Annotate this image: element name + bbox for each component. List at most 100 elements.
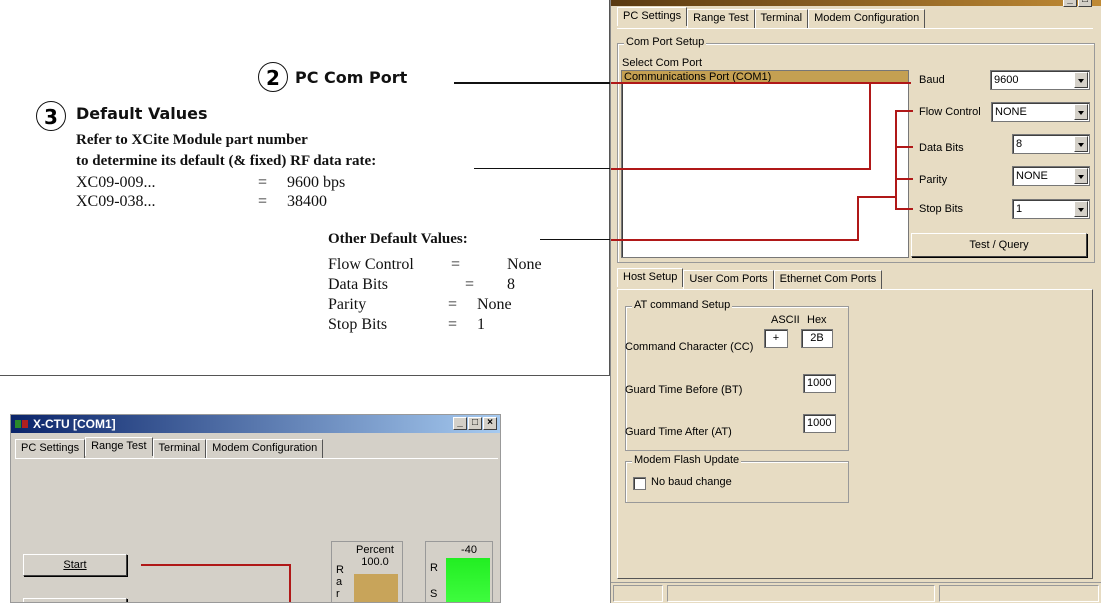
stop-bits-dropdown[interactable]: 1 [1012,199,1090,219]
main-minimize-icon[interactable]: _ [1063,0,1077,7]
tab-host-setup[interactable]: Host Setup [617,268,684,287]
parity-label: Parity [919,174,948,186]
small-tab-rule [15,458,498,459]
rate-part-1: XC09-009... [76,174,156,191]
other-name-1: Flow Control [328,256,414,273]
red-bracket-flow [895,110,913,112]
data-bits-dropdown[interactable]: 8 [1012,134,1090,154]
other-value-3: None [477,296,512,313]
chevron-down-icon[interactable] [1074,201,1088,217]
stop-bits-value: 1 [1016,203,1023,215]
no-baud-change-label: No baud change [651,476,732,488]
red-bracket-stopbits [895,208,913,210]
baud-label: Baud [919,74,945,86]
red-leader-baud [611,82,911,84]
chevron-down-icon[interactable] [1074,168,1088,184]
callout-3-number: 3 [36,101,66,131]
red-leader-start-v [289,564,291,602]
red-leader-defaults-h2 [857,196,897,198]
percent-vertical-label-r: R [336,564,344,576]
other-eq-2: = [465,276,475,293]
leader-rate [474,168,614,169]
main-titlebar-edge [611,0,1101,6]
com-port-setup-title: Com Port Setup [624,36,707,48]
parity-dropdown[interactable]: NONE [1012,166,1090,186]
rssi-vertical-label-r: R [430,562,438,574]
modem-flash-update-title: Modem Flash Update [632,454,742,466]
red-bracket-databits [895,146,913,148]
rssi-vertical-label-s: S [430,588,438,600]
rate-part-2: XC09-038... [76,193,156,210]
xctu-app-icon [15,418,29,430]
chevron-down-icon[interactable] [1074,136,1088,152]
rssi-bar [446,558,490,602]
ascii-label: ASCII [771,314,800,326]
guard-time-after-input[interactable]: 1000 [803,414,836,433]
refer-line-2: to determine its default (& fixed) RF da… [76,153,377,169]
command-character-label: Command Character (CC) [625,341,754,353]
rate-eq-2: = [258,193,268,210]
small-window-title: X-CTU [COM1] [33,417,116,431]
start-button[interactable]: Start [23,554,127,576]
stop-button[interactable] [23,598,127,602]
xctu-range-test-window: X-CTU [COM1] _ □ × PC Settings Range Tes… [10,414,501,603]
callout-2-number: 2 [258,62,288,92]
tab-range-test[interactable]: Range Test [687,9,755,28]
chevron-down-icon[interactable] [1074,104,1088,120]
test-query-button[interactable]: Test / Query [911,233,1087,257]
red-leader-defaults-v [857,196,859,241]
baud-dropdown[interactable]: 9600 [990,70,1090,90]
tab-rule [617,28,1093,29]
percent-label: Percent [356,544,394,556]
stop-bits-label: Stop Bits [919,203,964,215]
status-pane-3 [939,585,1099,602]
flow-control-value: NONE [995,106,1027,118]
other-defaults-title: Other Default Values: [328,231,468,247]
small-tab-terminal[interactable]: Terminal [152,439,207,458]
guard-time-before-label: Guard Time Before (BT) [625,384,743,396]
tab-terminal[interactable]: Terminal [754,9,809,28]
other-name-3: Parity [328,296,367,313]
chevron-down-icon[interactable] [1074,72,1088,88]
percent-panel: Percent 100.0 R a r [331,541,403,602]
no-baud-change-checkbox[interactable] [633,477,646,490]
rate-value-1: 9600 bps [287,174,346,191]
status-pane-1 [613,585,663,602]
other-value-4: 1 [477,316,485,333]
select-com-port-label: Select Com Port [622,57,703,69]
main-maximize-icon[interactable]: □ [1078,0,1092,7]
callout-2-label: PC Com Port [295,68,408,87]
tab-ethernet-com-ports[interactable]: Ethernet Com Ports [773,270,883,289]
xctu-main-window: _ □ PC Settings Range Test Terminal Mode… [610,0,1101,603]
other-eq-1: = [451,256,461,273]
leader-pc-com-port [454,82,624,84]
red-leader-rate-h [611,168,871,170]
small-close-icon[interactable]: × [483,417,497,430]
small-minimize-icon[interactable]: _ [453,417,467,430]
percent-vertical-label-a: a [336,576,343,588]
red-leader-rate-v [869,82,871,170]
com-port-list[interactable]: Communications Port (COM1) [621,70,909,258]
guard-time-before-input[interactable]: 1000 [803,374,836,393]
tab-pc-settings[interactable]: PC Settings [617,7,688,26]
small-tab-range-test[interactable]: Range Test [85,437,153,456]
tab-modem-configuration[interactable]: Modem Configuration [808,9,926,28]
cc-hex-input[interactable]: 2B [801,329,833,348]
other-value-1: None [507,256,542,273]
flow-control-label: Flow Control [919,106,981,118]
rate-value-2: 38400 [287,193,327,210]
rssi-panel: -40 R S [425,541,493,602]
callout-3-label: Default Values [76,104,208,123]
data-bits-value: 8 [1016,138,1023,150]
flow-control-dropdown[interactable]: NONE [991,102,1090,122]
red-leader-defaults-h [611,239,859,241]
small-tab-pc-settings[interactable]: PC Settings [15,439,86,458]
other-name-2: Data Bits [328,276,388,293]
percent-value: 100.0 [361,556,389,568]
tab-user-com-ports[interactable]: User Com Ports [683,270,774,289]
small-maximize-icon[interactable]: □ [468,417,482,430]
small-tab-modem-configuration[interactable]: Modem Configuration [206,439,324,458]
cc-ascii-input[interactable]: + [764,329,788,348]
other-eq-3: = [448,296,458,313]
status-pane-2 [667,585,935,602]
